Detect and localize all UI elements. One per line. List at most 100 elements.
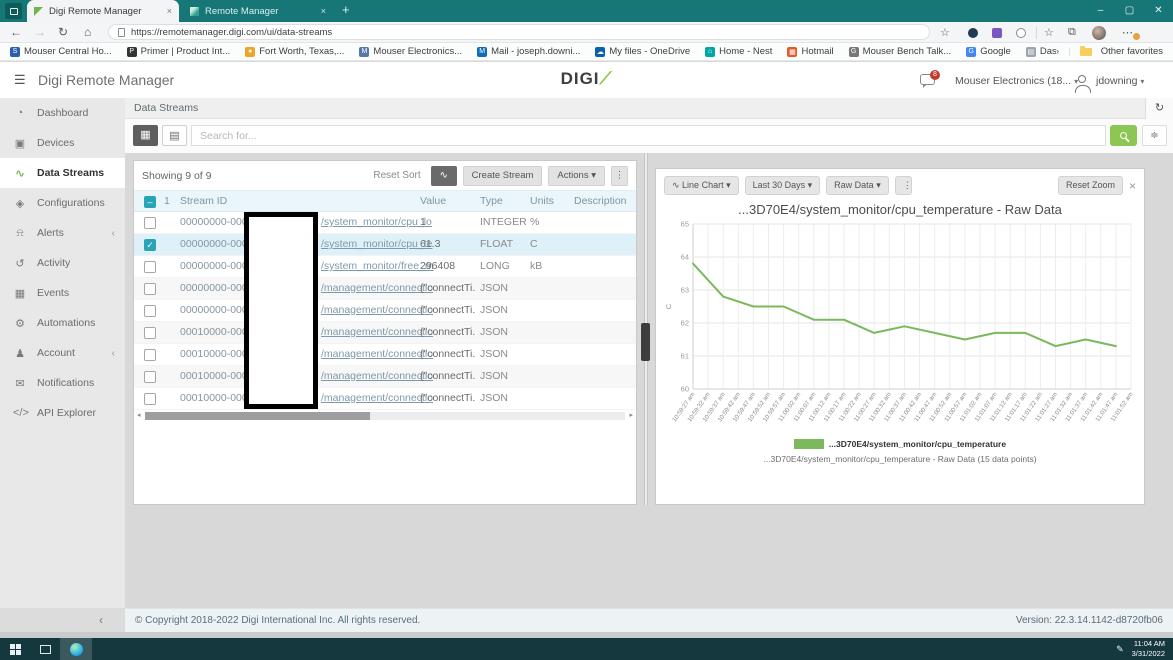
row-checkbox[interactable]: [144, 283, 156, 295]
task-view-button[interactable]: [30, 638, 60, 660]
stream-id-link[interactable]: /system_monitor/cpu_lo: [321, 216, 432, 228]
select-all-checkbox[interactable]: –: [144, 196, 156, 208]
home-icon[interactable]: ⌂: [84, 25, 91, 39]
hamburger-menu-icon[interactable]: ☰: [14, 72, 26, 88]
row-checkbox[interactable]: [144, 217, 156, 229]
table-row[interactable]: 00010000-00000000/management/connectio{"…: [134, 388, 636, 410]
window-close-button[interactable]: ✕: [1144, 0, 1173, 22]
stream-id-link[interactable]: /system_monitor/free_m: [321, 260, 434, 272]
taskbar-clock[interactable]: 11:04 AM 3/31/2022: [1132, 639, 1165, 659]
data-mode-dropdown[interactable]: Raw Data ▾: [826, 176, 889, 195]
bookmark-item[interactable]: GGoogle: [966, 46, 1011, 57]
favorite-star-icon[interactable]: ☆: [940, 26, 950, 39]
table-row[interactable]: 00010000-00000000/management/connectio{"…: [134, 344, 636, 366]
window-maximize-button[interactable]: ▢: [1115, 0, 1144, 22]
create-stream-button[interactable]: Create Stream: [463, 166, 543, 186]
bookmark-item[interactable]: PPrimer | Product Int...: [127, 46, 231, 57]
browser-tab-active[interactable]: Digi Remote Manager ×: [27, 0, 179, 22]
bookmark-item[interactable]: ▦Hotmail: [787, 46, 833, 57]
extension-icon[interactable]: [992, 28, 1002, 38]
sidebar-collapse-button[interactable]: ‹: [0, 608, 125, 632]
column-header-units[interactable]: Units: [530, 195, 554, 207]
stream-id-link[interactable]: /management/connectio: [321, 392, 433, 404]
row-checkbox[interactable]: [144, 261, 156, 273]
user-dropdown[interactable]: jdowning ▾: [1096, 75, 1144, 87]
windows-start-button[interactable]: [0, 638, 30, 660]
bookmark-item[interactable]: MMouser Electronics...: [359, 46, 462, 57]
sidebar-item-configurations[interactable]: ◈Configurations: [0, 188, 125, 218]
favorites-icon[interactable]: ☆: [1044, 26, 1054, 39]
sidebar-item-notifications[interactable]: ✉Notifications: [0, 368, 125, 398]
reload-icon[interactable]: ↻: [58, 25, 68, 39]
profile-avatar[interactable]: [1092, 26, 1106, 40]
stream-id-link[interactable]: /management/connectio: [321, 282, 433, 294]
table-row[interactable]: 00000000-00000000/management/connectio{"…: [134, 278, 636, 300]
table-row[interactable]: 00010000-00000000/management/connectio{"…: [134, 322, 636, 344]
column-header-stream-id[interactable]: Stream ID: [180, 195, 227, 207]
list-view-button[interactable]: ▤: [162, 125, 187, 146]
forward-icon[interactable]: →: [34, 25, 46, 39]
table-row[interactable]: ✓00000000-00000000/system_monitor/cpu_te…: [134, 234, 636, 256]
sidebar-item-devices[interactable]: ▣Devices: [0, 128, 125, 158]
sidebar-item-automations[interactable]: ⚙Automations: [0, 308, 125, 338]
bookmark-item[interactable]: ▤Dashboard: [1026, 46, 1056, 57]
collections-icon[interactable]: ⧉: [1068, 26, 1076, 39]
filter-icon[interactable]: ≑: [1142, 125, 1167, 146]
grid-view-button[interactable]: ▦: [133, 125, 158, 146]
search-button[interactable]: [1110, 125, 1137, 146]
scrollbar-thumb[interactable]: [145, 412, 370, 420]
browser-workspaces-icon[interactable]: [5, 3, 22, 19]
sidebar-item-data-streams[interactable]: ∿Data Streams: [0, 158, 125, 188]
bookmark-item[interactable]: ●Fort Worth, Texas,...: [245, 46, 344, 57]
bookmarks-overflow-icon[interactable]: ›: [1056, 46, 1059, 57]
horizontal-scrollbar[interactable]: ◂ ▸: [134, 411, 636, 421]
edge-taskbar-icon[interactable]: [60, 638, 92, 660]
splitter-drag-handle[interactable]: [641, 323, 650, 361]
row-checkbox[interactable]: [144, 305, 156, 317]
window-minimize-button[interactable]: –: [1086, 0, 1115, 22]
organization-dropdown[interactable]: Mouser Electronics (18... ▾: [955, 75, 1078, 87]
back-icon[interactable]: ←: [10, 25, 22, 39]
row-checkbox[interactable]: [144, 349, 156, 361]
row-checkbox[interactable]: ✓: [144, 239, 156, 251]
actions-dropdown[interactable]: Actions ▾: [548, 166, 605, 186]
table-row[interactable]: 00000000-00000000/management/connectio{"…: [134, 300, 636, 322]
sidebar-item-account[interactable]: ♟Account‹: [0, 338, 125, 368]
bookmark-item[interactable]: ⌂Home - Nest: [705, 46, 772, 57]
table-row[interactable]: 00010000-00000000/management/connectio{"…: [134, 366, 636, 388]
table-row[interactable]: 00000000-00000000/system_monitor/cpu_lo1…: [134, 212, 636, 234]
stream-id-link[interactable]: /management/connectio: [321, 348, 433, 360]
tab-close-icon[interactable]: ×: [167, 6, 172, 16]
search-input[interactable]: [191, 125, 1106, 146]
chart-more-options-icon[interactable]: ⋮: [895, 176, 912, 195]
extension-icon[interactable]: [1016, 28, 1026, 38]
sidebar-item-alerts[interactable]: ⍾Alerts‹: [0, 218, 125, 248]
column-header-value[interactable]: Value: [420, 195, 446, 207]
page-info-icon[interactable]: [118, 28, 125, 37]
time-range-dropdown[interactable]: Last 30 Days ▾: [745, 176, 821, 195]
stream-id-link[interactable]: /management/connectio: [321, 304, 433, 316]
other-favorites[interactable]: Other favorites: [1101, 46, 1163, 57]
chart-view-button[interactable]: ∿: [431, 166, 457, 186]
tab-close-icon[interactable]: ×: [321, 6, 326, 16]
stream-id-link[interactable]: /system_monitor/cpu_te: [321, 238, 432, 250]
browser-menu-icon[interactable]: ⋯: [1122, 26, 1133, 39]
row-checkbox[interactable]: [144, 393, 156, 405]
scroll-right-icon[interactable]: ▸: [629, 411, 633, 421]
bookmark-item[interactable]: SMouser Central Ho...: [10, 46, 112, 57]
bookmark-item[interactable]: GMouser Bench Talk...: [849, 46, 952, 57]
pen-icon[interactable]: ✎: [1116, 644, 1124, 655]
browser-tab-inactive[interactable]: Remote Manager ×: [183, 0, 333, 22]
url-bar[interactable]: https://remotemanager.digi.com/ui/data-s…: [108, 24, 930, 40]
extension-icon[interactable]: [968, 28, 978, 38]
stream-id-link[interactable]: /management/connectio: [321, 370, 433, 382]
sidebar-item-activity[interactable]: ↺Activity: [0, 248, 125, 278]
bookmark-item[interactable]: ☁My files - OneDrive: [595, 46, 690, 57]
row-checkbox[interactable]: [144, 371, 156, 383]
reset-zoom-button[interactable]: Reset Zoom: [1058, 176, 1123, 195]
sidebar-item-dashboard[interactable]: ◔Dashboard: [0, 98, 125, 128]
row-checkbox[interactable]: [144, 327, 156, 339]
sidebar-item-events[interactable]: ▦Events: [0, 278, 125, 308]
table-row[interactable]: 00000000-00000000/system_monitor/free_m2…: [134, 256, 636, 278]
refresh-button[interactable]: ↻: [1145, 98, 1173, 119]
